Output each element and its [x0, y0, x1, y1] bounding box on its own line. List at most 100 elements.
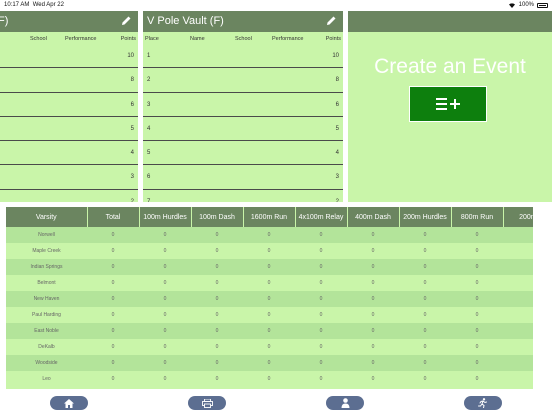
result-rows: 1 10 2 8 3 6 4 5 5 4 6 3 7 2	[143, 44, 343, 202]
col-name: Name	[190, 36, 205, 42]
result-rows: 10 8 6 5 4 3 2	[0, 44, 138, 202]
athletes-button[interactable]	[326, 396, 364, 410]
add-list-icon	[436, 98, 460, 110]
table-row[interactable]: New Haven000000000	[6, 291, 533, 307]
edit-icon[interactable]	[120, 15, 132, 27]
score-cell: 0	[347, 291, 399, 307]
score-cell: 0	[295, 291, 347, 307]
team-name: Maple Creek	[6, 243, 87, 259]
table-row[interactable]: East Noble000000000	[6, 323, 533, 339]
score-cell: 0	[243, 355, 295, 371]
col-performance: Performance	[65, 36, 97, 42]
score-cell: 0	[503, 275, 533, 291]
event-title: V Pole Vault (F)	[147, 15, 224, 27]
create-event-header	[348, 11, 552, 32]
score-cell: 0	[139, 355, 191, 371]
team-name: Paul Harding	[6, 307, 87, 323]
events-button[interactable]	[464, 396, 502, 410]
column-header[interactable]: 1600m Run	[243, 207, 296, 227]
score-cell: 0	[347, 259, 399, 275]
score-cell: 0	[87, 339, 139, 355]
score-cell: 0	[243, 243, 295, 259]
column-header[interactable]: Varsity	[6, 207, 88, 227]
score-cell: 0	[87, 259, 139, 275]
points-value: 6	[335, 101, 339, 108]
table-row[interactable]: DeKalb000000000	[6, 339, 533, 355]
column-header[interactable]: 4x100m Relay	[295, 207, 348, 227]
table-row[interactable]: Leo000000000	[6, 371, 533, 387]
column-header[interactable]: 100m Dash	[191, 207, 244, 227]
table-row[interactable]: Maple Creek000000000	[6, 243, 533, 259]
score-cell: 0	[399, 291, 451, 307]
column-header[interactable]: Total	[87, 207, 140, 227]
col-points: Points	[325, 36, 341, 42]
score-cell: 0	[399, 275, 451, 291]
table-row[interactable]: Belmont000000000	[6, 275, 533, 291]
result-row[interactable]: 2	[0, 190, 138, 202]
score-cell: 0	[347, 307, 399, 323]
create-event-button[interactable]	[409, 86, 487, 122]
score-cell: 0	[87, 291, 139, 307]
score-cell: 0	[191, 371, 243, 387]
result-row[interactable]: 4	[0, 141, 138, 166]
print-button[interactable]	[188, 396, 226, 410]
team-name: New Haven	[6, 291, 87, 307]
column-header[interactable]: 400m Dash	[347, 207, 400, 227]
result-row[interactable]: 6	[0, 93, 138, 117]
event-title: F)	[0, 15, 9, 27]
score-cell: 0	[295, 355, 347, 371]
column-header[interactable]: 100m Hurdles	[139, 207, 192, 227]
points-value: 2	[130, 198, 134, 202]
create-event-panel: Create an Event	[348, 11, 552, 202]
score-cell: 0	[347, 339, 399, 355]
result-row[interactable]: 45	[143, 117, 343, 142]
score-cell: 0	[503, 227, 533, 243]
column-header[interactable]: 200m Hurdles	[399, 207, 452, 227]
result-row[interactable]: 63	[143, 165, 343, 190]
result-row[interactable]: 36	[143, 93, 343, 117]
score-cell: 0	[295, 339, 347, 355]
home-icon	[64, 398, 74, 408]
result-row[interactable]: 28	[143, 68, 343, 93]
team-name: Woodside	[6, 355, 87, 371]
score-cell: 0	[139, 291, 191, 307]
table-row[interactable]: Indian Springs000000000	[6, 259, 533, 275]
table-row[interactable]: Paul Harding000000000	[6, 307, 533, 323]
score-cell: 0	[347, 227, 399, 243]
table-body: Norwell000000000Maple Creek000000000Indi…	[6, 227, 533, 387]
col-performance: Performance	[272, 36, 304, 42]
table-header-row: Varsity Total 100m Hurdles 100m Dash 1600m R…	[6, 207, 533, 227]
result-row[interactable]: 1 10	[143, 44, 343, 69]
result-row[interactable]: 10	[0, 44, 138, 69]
score-cell: 0	[451, 227, 503, 243]
result-row[interactable]: 5	[0, 117, 138, 142]
battery-percent: 100%	[518, 2, 534, 8]
edit-icon[interactable]	[325, 15, 337, 27]
result-row[interactable]: 72	[143, 190, 343, 202]
column-header[interactable]: 800m Run	[451, 207, 504, 227]
column-header[interactable]: 200m Dash	[503, 207, 533, 227]
place-value: 6	[147, 174, 151, 181]
status-bar: 10:17 AM Wed Apr 22 100%	[0, 0, 552, 10]
col-points: Points	[120, 36, 136, 42]
score-cell: 0	[295, 275, 347, 291]
score-cell: 0	[399, 307, 451, 323]
place-value: 2	[147, 77, 151, 84]
event-panel-pole-vault: V Pole Vault (F) Place Name School Perfo…	[143, 11, 343, 202]
col-place: Place	[145, 36, 159, 42]
result-row[interactable]: 54	[143, 141, 343, 166]
event-header: F)	[0, 11, 138, 32]
points-value: 6	[130, 101, 134, 108]
table-row[interactable]: Norwell000000000	[6, 227, 533, 243]
score-cell: 0	[503, 307, 533, 323]
score-cell: 0	[399, 339, 451, 355]
score-cell: 0	[503, 355, 533, 371]
result-row[interactable]: 8	[0, 68, 138, 93]
result-row[interactable]: 3	[0, 165, 138, 190]
table-row[interactable]: Woodside000000000	[6, 355, 533, 371]
score-cell: 0	[399, 323, 451, 339]
team-name: DeKalb	[6, 339, 87, 355]
score-cell: 0	[451, 291, 503, 307]
home-button[interactable]	[50, 396, 88, 410]
team-name: Leo	[6, 371, 87, 387]
